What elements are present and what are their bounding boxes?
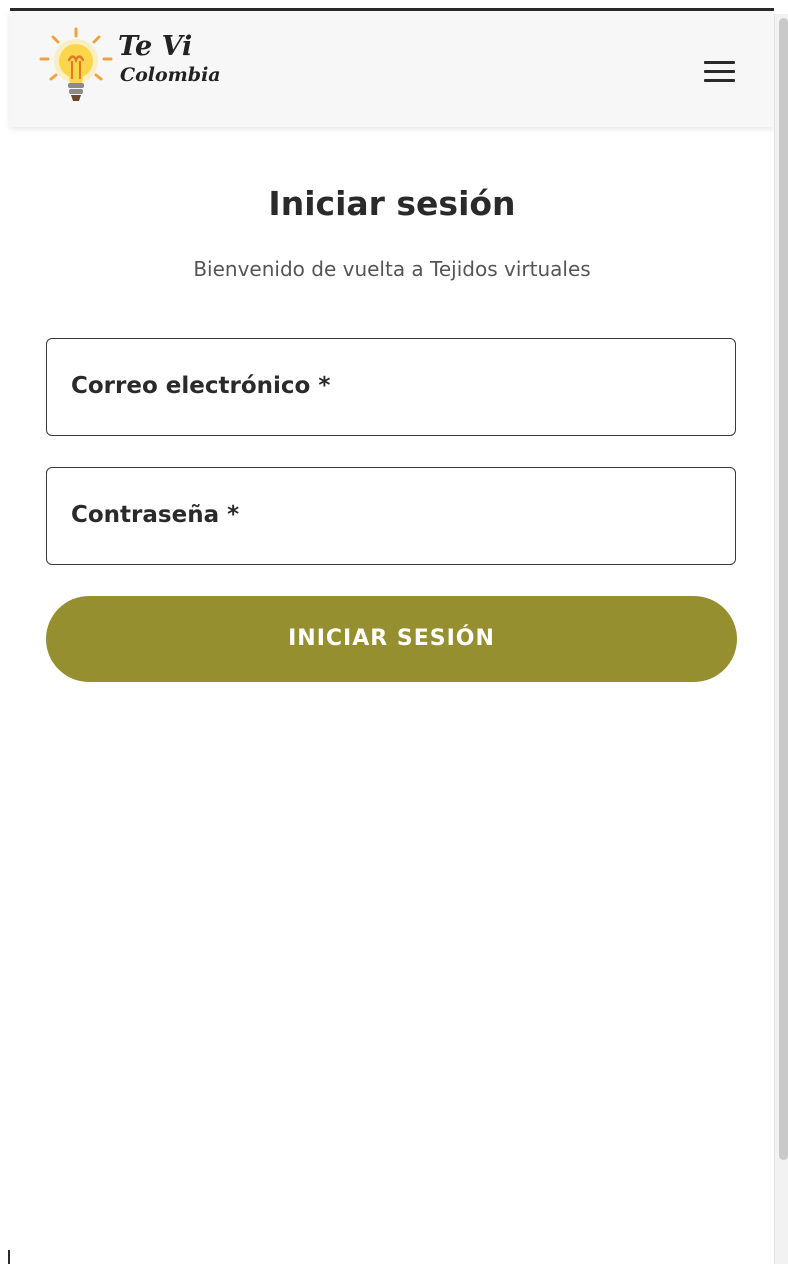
scrollbar-thumb[interactable] [779, 18, 788, 1160]
login-submit-button[interactable]: INICIAR SESIÓN [46, 596, 737, 682]
password-field-label: Contraseña * [71, 502, 240, 528]
brand-name: Te Vi [118, 31, 193, 62]
page-title: Iniciar sesión [268, 184, 516, 223]
brand-wordmark: Te Vi Colombia [118, 31, 221, 87]
hamburger-menu-button[interactable] [698, 55, 742, 89]
top-navbar: Te Vi Colombia [10, 11, 774, 127]
password-field[interactable]: Contraseña * [46, 467, 736, 565]
page-subtitle: Bienvenido de vuelta a Tejidos virtuales [193, 257, 591, 281]
hamburger-menu-bar [704, 70, 735, 73]
lightbulb-icon [39, 27, 113, 101]
email-field-label: Correo electrónico * [71, 373, 331, 399]
brand-country: Colombia [120, 64, 221, 86]
hamburger-menu-icon [704, 61, 735, 64]
brand-logo[interactable]: Te Vi Colombia [38, 27, 234, 113]
window-edge-mark [8, 1250, 10, 1264]
app-frame: Te Vi Colombia Iniciar sesión Bienvenido… [0, 0, 788, 1264]
hamburger-menu-bar [704, 79, 735, 82]
email-field[interactable]: Correo electrónico * [46, 338, 736, 436]
